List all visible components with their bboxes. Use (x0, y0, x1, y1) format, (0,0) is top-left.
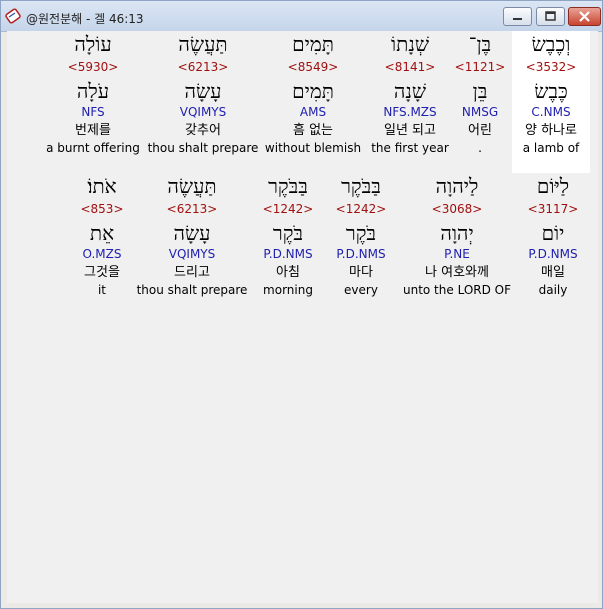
word-cell[interactable]: לַיּוֹם <3117> יוֹם P.D.NMS 매일 daily (493, 173, 603, 298)
korean-gloss: 갖추어 (185, 123, 221, 138)
strong-number[interactable]: <5930> (33, 59, 153, 76)
korean-gloss: 매일 (541, 265, 565, 280)
title-bar[interactable]: @원전분해 - 겔 46:13 (1, 1, 602, 32)
interlinear-panel: עוֹלָה <5930> עֹלָה NFS 번제를 a burnt offe… (7, 31, 598, 603)
close-icon (579, 11, 590, 22)
morphology: VQIMYS (179, 105, 227, 119)
strong-number[interactable]: <3117> (493, 201, 603, 218)
morphology: NFS (81, 105, 105, 119)
english-gloss: daily (538, 283, 568, 297)
strong-number[interactable]: <3532> (491, 59, 603, 76)
english-gloss: a lamb of (522, 141, 580, 155)
lemma: עֹלָה (76, 79, 110, 103)
strong-number[interactable]: <6213> (143, 59, 263, 76)
morphology: C.NMS (531, 105, 571, 119)
morphology: P.D.NMS (528, 247, 578, 261)
korean-gloss: 번제를 (75, 123, 111, 138)
lemma: כֶּבֶשׂ (534, 79, 568, 103)
lemma: יוֹם (541, 221, 565, 245)
scroll-book-icon[interactable] (5, 8, 21, 24)
word-cell-selected[interactable]: וְכֶבֶשׂ <3532> כֶּבֶשׂ C.NMS 양 하나로 a la… (491, 31, 603, 156)
english-gloss: a burnt offering (46, 141, 140, 155)
minimize-icon (513, 18, 522, 20)
minimize-button[interactable] (503, 7, 532, 26)
hebrew-word: תַּעֲשֶׂה (178, 32, 228, 56)
hebrew-word: לַיּוֹם (536, 174, 570, 198)
hebrew-word: וְכֶבֶשׂ (531, 32, 571, 56)
hebrew-word: עוֹלָה (74, 32, 112, 56)
word-cell[interactable]: תַּעֲשֶׂה <6213> עָשָׂה VQIMYS 갖추어 thou … (143, 31, 263, 156)
app-window: @원전분해 - 겔 46:13 עוֹלָה <5930> עֹלָה NFS … (0, 0, 603, 609)
word-cell[interactable]: עוֹלָה <5930> עֹלָה NFS 번제를 a burnt offe… (33, 31, 153, 156)
window-title: @원전분해 - 겔 46:13 (26, 12, 144, 26)
maximize-button[interactable] (536, 7, 565, 26)
english-gloss: thou shalt prepare (147, 141, 259, 155)
lemma: עָשָׂה (184, 79, 222, 103)
close-button[interactable] (568, 7, 601, 26)
korean-gloss: 양 하나로 (525, 123, 577, 138)
maximize-icon (545, 11, 556, 21)
